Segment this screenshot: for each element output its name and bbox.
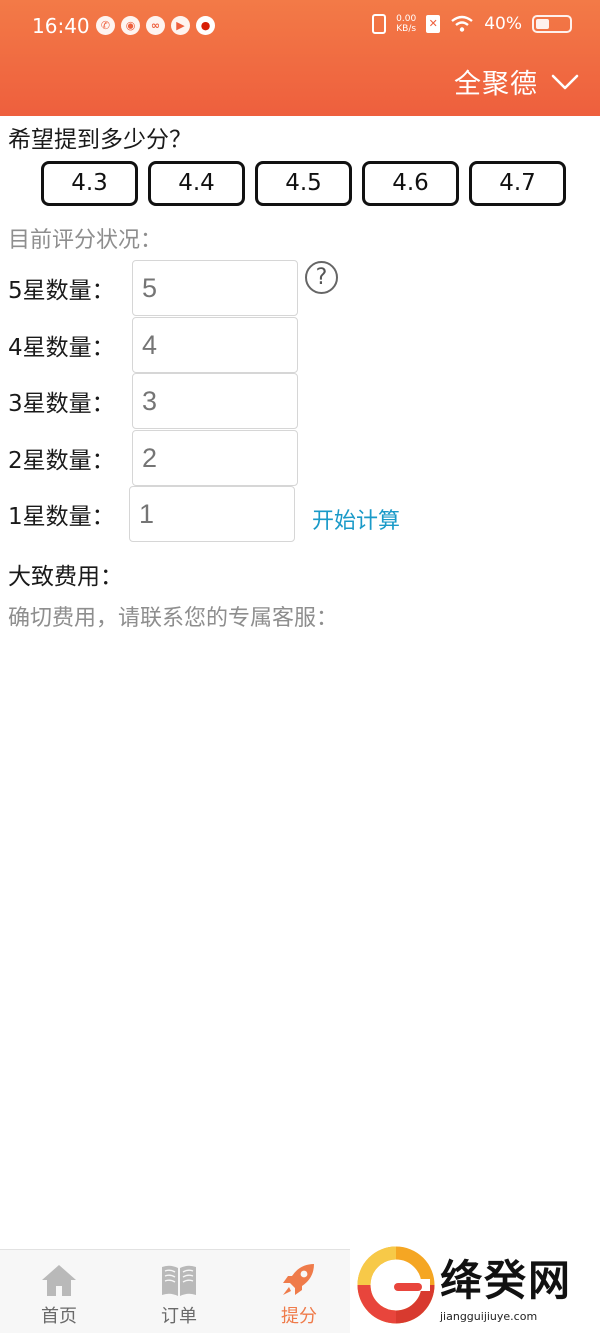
three-star-count-input[interactable]	[132, 373, 298, 429]
battery-level	[536, 19, 549, 29]
target-score-button[interactable]: 4.3	[41, 161, 138, 206]
net-speed-unit: KB/s	[396, 24, 417, 34]
battery-percent: 40%	[484, 14, 522, 34]
one-star-row: 1星数量：	[8, 486, 295, 542]
nav-item-boost[interactable]: 提分	[240, 1250, 358, 1333]
four-star-row: 4星数量：	[8, 317, 298, 373]
net-speed: 0.00 KB/s	[396, 14, 416, 34]
nav-label-orders: 订单	[161, 1306, 197, 1327]
nav-label-boost: 提分	[281, 1306, 317, 1327]
five-star-row: 5星数量：	[8, 260, 298, 316]
target-score-button[interactable]: 4.7	[469, 161, 566, 206]
estimated-fee-label: 大致费用：	[8, 564, 123, 590]
nav-label-home: 首页	[41, 1306, 77, 1327]
contact-service-note: 确切费用，请联系您的专属客服：	[8, 606, 339, 631]
nav-item-orders[interactable]: 订单	[120, 1250, 238, 1333]
help-icon[interactable]: ?	[305, 261, 338, 294]
current-rating-title: 目前评分状况：	[8, 228, 163, 253]
target-score-question: 希望提到多少分？	[8, 127, 192, 153]
nav-item-home[interactable]: 首页	[0, 1250, 118, 1333]
target-score-button[interactable]: 4.4	[148, 161, 245, 206]
app-badge-icon: ●	[196, 16, 215, 35]
one-star-label: 1星数量：	[8, 504, 115, 530]
rocket-icon	[283, 1264, 314, 1295]
five-star-count-input[interactable]	[132, 260, 298, 316]
watermark-logo-icon	[357, 1246, 435, 1324]
store-selector[interactable]: 全聚德	[454, 62, 580, 101]
store-name: 全聚德	[454, 69, 538, 100]
weibo-icon: ◉	[121, 16, 140, 35]
two-star-row: 2星数量：	[8, 430, 298, 486]
app-header: 16:40 ✆ ◉ ∞ ▶ ● 0.00 KB/s ✕ 40% 全聚德	[0, 0, 600, 116]
four-star-label: 4星数量：	[8, 335, 115, 361]
five-star-label: 5星数量：	[8, 278, 115, 304]
four-star-count-input[interactable]	[132, 317, 298, 373]
three-star-label: 3星数量：	[8, 391, 115, 417]
wechat-icon: ✆	[96, 16, 115, 35]
site-watermark: 绛癸网 jiangguijiuye.com	[350, 1237, 600, 1333]
no-sim-icon: ✕	[426, 15, 441, 33]
video-icon: ▶	[171, 16, 190, 35]
watermark-url: jiangguijiuye.com	[440, 1310, 538, 1323]
link-icon: ∞	[146, 16, 165, 35]
net-speed-value: 0.00	[396, 14, 417, 24]
target-score-button[interactable]: 4.5	[255, 161, 352, 206]
notification-icons: ✆ ◉ ∞ ▶ ●	[96, 16, 215, 35]
target-score-button[interactable]: 4.6	[362, 161, 459, 206]
status-time: 16:40	[32, 14, 90, 38]
watermark-title: 绛癸网	[440, 1256, 573, 1305]
chevron-down-icon	[551, 74, 579, 89]
battery-icon	[532, 15, 572, 33]
home-icon	[42, 1265, 76, 1296]
start-calculation-link[interactable]: 开始计算	[312, 503, 400, 535]
one-star-count-input[interactable]	[129, 486, 295, 542]
two-star-count-input[interactable]	[132, 430, 298, 486]
book-icon	[162, 1265, 196, 1296]
status-right: 0.00 KB/s ✕ 40%	[372, 14, 572, 34]
wifi-icon	[451, 15, 473, 32]
three-star-row: 3星数量：	[8, 373, 298, 429]
vibrate-icon	[372, 14, 387, 34]
two-star-label: 2星数量：	[8, 448, 115, 474]
target-score-options: 4.3 4.4 4.5 4.6 4.7	[41, 161, 566, 206]
